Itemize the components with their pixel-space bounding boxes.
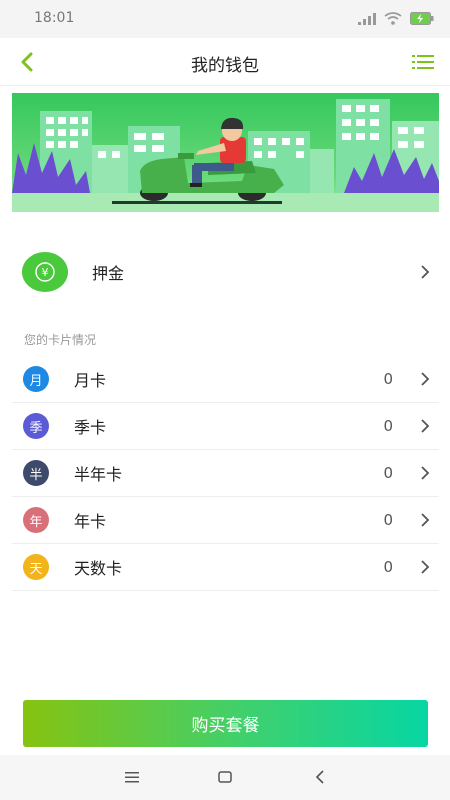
nav-menu-icon xyxy=(125,772,139,783)
yuan-symbol: ¥ xyxy=(42,266,49,279)
card-row-days[interactable]: 天 天数卡 0 xyxy=(12,544,439,591)
banner-illustration xyxy=(12,93,439,212)
chevron-right-icon xyxy=(421,466,430,480)
card-name: 年卡 xyxy=(74,512,107,531)
status-bar: 18:01 xyxy=(0,0,450,38)
chevron-right-icon xyxy=(421,372,430,386)
card-name: 季卡 xyxy=(74,418,107,437)
nav-back-button[interactable] xyxy=(308,767,332,787)
card-count: 0 xyxy=(383,511,393,529)
battery-icon xyxy=(410,12,434,25)
chevron-right-icon xyxy=(421,513,430,527)
buy-package-button[interactable]: 购买套餐 xyxy=(23,700,428,747)
nav-menu-button[interactable] xyxy=(120,767,144,787)
yuan-icon: ¥ xyxy=(22,252,68,292)
card-row-half-year[interactable]: 半 半年卡 0 xyxy=(12,450,439,497)
card-count: 0 xyxy=(383,417,393,435)
card-badge: 月 xyxy=(23,366,49,392)
system-nav-bar xyxy=(0,755,450,800)
status-icons xyxy=(358,11,434,25)
card-badge: 半 xyxy=(23,460,49,486)
menu-button[interactable] xyxy=(408,48,438,76)
card-name: 天数卡 xyxy=(74,559,123,578)
menu-list-icon xyxy=(412,55,434,69)
chevron-right-icon xyxy=(421,419,430,433)
page-title: 我的钱包 xyxy=(191,56,259,76)
card-row-year[interactable]: 年 年卡 0 xyxy=(12,497,439,544)
chevron-right-icon xyxy=(421,560,430,574)
card-badge: 年 xyxy=(23,507,49,533)
chevron-right-icon xyxy=(421,265,430,279)
nav-back-icon xyxy=(315,770,324,784)
signal-icon xyxy=(358,13,376,25)
header: 我的钱包 xyxy=(0,38,450,86)
deposit-label: 押金 xyxy=(92,264,125,283)
card-name: 半年卡 xyxy=(74,465,123,484)
status-time: 18:01 xyxy=(34,10,75,26)
cards-section-label: 您的卡片情况 xyxy=(24,333,97,347)
card-row-quarter[interactable]: 季 季卡 0 xyxy=(12,403,439,450)
wifi-icon xyxy=(384,12,402,25)
deposit-row[interactable]: ¥ 押金 xyxy=(12,248,439,296)
card-badge: 天 xyxy=(23,554,49,580)
card-row-month[interactable]: 月 月卡 0 xyxy=(12,356,439,403)
nav-home-icon xyxy=(218,771,232,783)
nav-home-button[interactable] xyxy=(213,767,237,787)
card-count: 0 xyxy=(383,558,393,576)
card-badge: 季 xyxy=(23,413,49,439)
card-count: 0 xyxy=(383,464,393,482)
card-name: 月卡 xyxy=(74,371,107,390)
card-list: 月 月卡 0 季 季卡 0 半 半年卡 0 年 年卡 0 天 天数卡 0 xyxy=(12,356,439,591)
card-count: 0 xyxy=(383,370,393,388)
